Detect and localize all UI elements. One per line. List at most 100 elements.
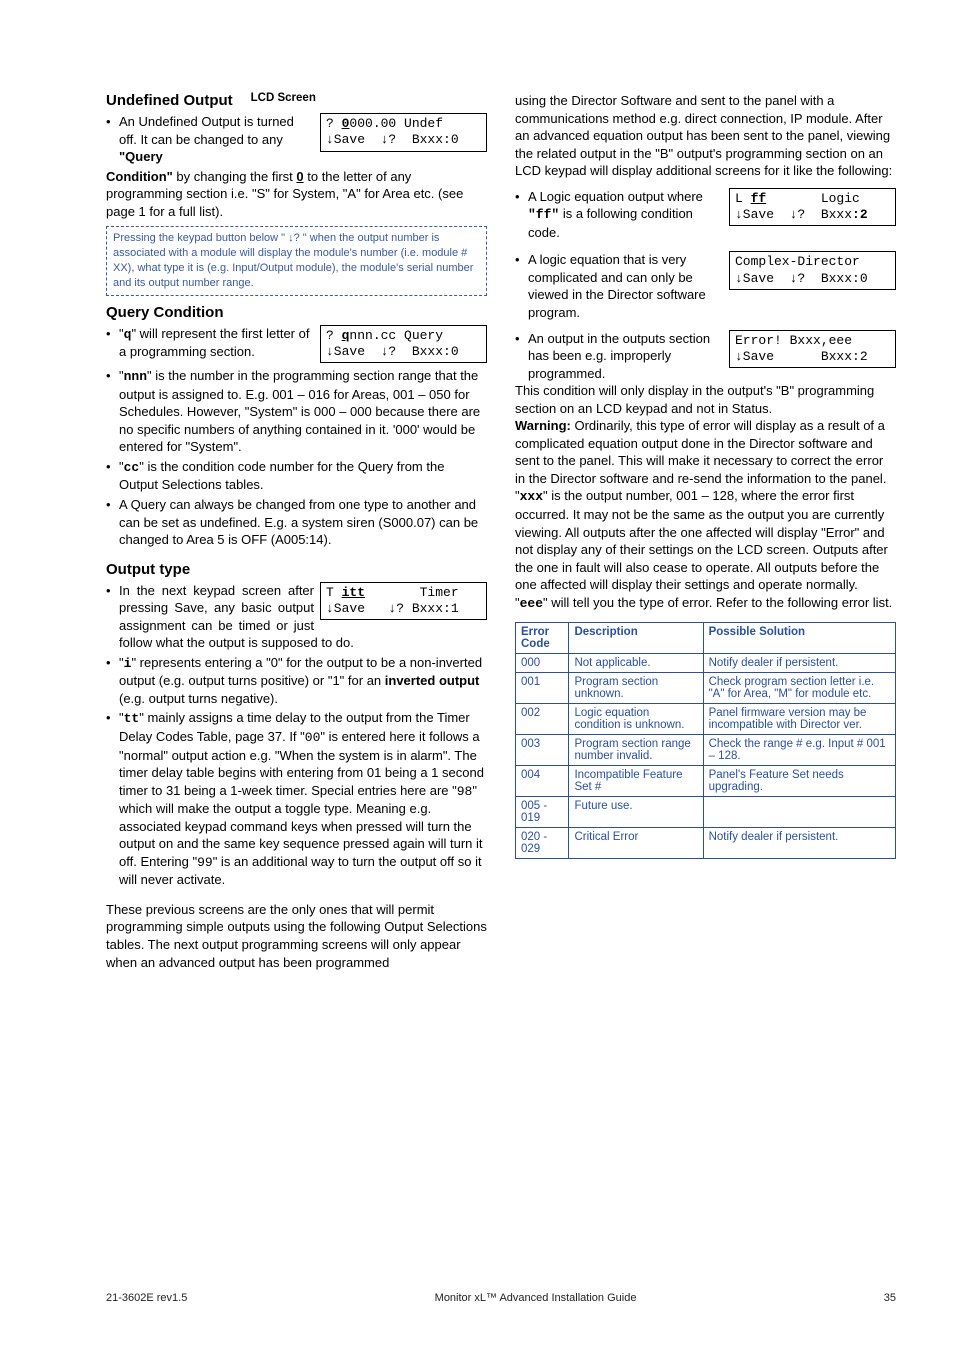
list-item: In the next keypad screen after pressing…: [106, 582, 487, 652]
cell: 020 - 029: [516, 828, 569, 859]
cell: Not applicable.: [569, 654, 703, 673]
right-intro: using the Director Software and sent to …: [515, 92, 896, 180]
text: An output in the outputs section has bee…: [528, 331, 710, 381]
output-final-para: These previous screens are the only ones…: [106, 901, 487, 971]
warning-para: Warning: Ordinarily, this type of error …: [515, 417, 896, 487]
text-mono: xxx: [520, 489, 543, 504]
th-error-code: Error Code: [516, 623, 569, 654]
right-column: using the Director Software and sent to …: [515, 92, 896, 971]
table-row: 020 - 029Critical ErrorNotify dealer if …: [516, 828, 896, 859]
cell: [703, 797, 895, 828]
cell: 005 - 019: [516, 797, 569, 828]
undef-list: An Undefined Output is turned off. It ca…: [106, 113, 487, 166]
cell: Panel's Feature Set needs upgrading.: [703, 766, 895, 797]
table-row: 004Incompatible Feature Set #Panel's Fea…: [516, 766, 896, 797]
cell: Program section unknown.: [569, 673, 703, 704]
lcd-logic: L ff Logic ↓Save ↓? Bxxx:2: [729, 188, 896, 227]
lcd-line: Error! Bxxx,eee: [735, 333, 852, 348]
cell: Program section range number invalid.: [569, 735, 703, 766]
text: An Undefined Output is turned off. It ca…: [119, 114, 294, 147]
cell: Critical Error: [569, 828, 703, 859]
text: A Logic equation output where: [528, 189, 703, 204]
lcd-line: Complex-Director: [735, 254, 860, 269]
cell: 000: [516, 654, 569, 673]
list-item: Complex-Director ↓Save ↓? Bxxx:0 A logic…: [515, 251, 896, 321]
th-solution: Possible Solution: [703, 623, 895, 654]
text-mono: "ff": [528, 207, 559, 222]
list-item: L ff Logic ↓Save ↓? Bxxx:2 A Logic equat…: [515, 188, 896, 242]
lcd-line: ↓Save ↓? Bxxx:0: [735, 271, 868, 286]
text-bold: Warning:: [515, 418, 571, 433]
list-item: "i" represents entering a "0" for the ou…: [106, 654, 487, 708]
lcd-screen-label: LCD Screen: [251, 92, 487, 104]
right-list: L ff Logic ↓Save ↓? Bxxx:2 A Logic equat…: [515, 188, 896, 613]
text: A logic equation that is very complicate…: [528, 252, 706, 320]
table-row: 005 - 019Future use.: [516, 797, 896, 828]
cell: Panel firmware version may be incompatib…: [703, 704, 895, 735]
table-row: 003Program section range number invalid.…: [516, 735, 896, 766]
lcd-error: Error! Bxxx,eee ↓Save Bxxx:2: [729, 330, 896, 369]
footer-page-number: 35: [884, 1292, 896, 1304]
text: " will represent the first letter of a p…: [119, 326, 309, 360]
text: (e.g. output turns negative).: [119, 691, 278, 706]
text: " is the output number, 001 – 128, where…: [515, 488, 888, 592]
error-table-body: 000Not applicable.Notify dealer if persi…: [516, 654, 896, 859]
list-item: "q" will represent the first letter of a…: [106, 325, 487, 361]
cell: 003: [516, 735, 569, 766]
text-block: This condition will only display in the …: [515, 382, 896, 612]
lcd-complex: Complex-Director ↓Save ↓? Bxxx:0: [729, 251, 896, 290]
list-item: An Undefined Output is turned off. It ca…: [106, 113, 487, 166]
cell: Check program section letter i.e. "A" fo…: [703, 673, 895, 704]
query-list: "q" will represent the first letter of a…: [106, 325, 487, 549]
lcd-line: ↓Save ↓? Bxxx:2: [735, 207, 868, 222]
output-type-list: In the next keypad screen after pressing…: [106, 582, 487, 889]
cell: Check the range # e.g. Input # 001 – 128…: [703, 735, 895, 766]
cell: Logic equation condition is unknown.: [569, 704, 703, 735]
text: This condition will only display in the …: [515, 382, 896, 417]
cell: 004: [516, 766, 569, 797]
text: " is the condition code number for the Q…: [119, 459, 444, 493]
output-type-block: T itt Timer ↓Save ↓? Bxxx:1 In the next …: [106, 582, 487, 891]
text: Ordinarily, this type of error will disp…: [515, 418, 886, 486]
undef-continuation: Condition" by changing the first 0 to th…: [106, 168, 487, 221]
cell: Notify dealer if persistent.: [703, 828, 895, 859]
error-table: Error Code Description Possible Solution…: [515, 622, 896, 859]
cell: Incompatible Feature Set #: [569, 766, 703, 797]
text-mono: eee: [520, 596, 543, 611]
heading-undefined-output: Undefined Output: [106, 92, 233, 109]
list-item: A Query can always be changed from one t…: [106, 496, 487, 549]
heading-output-type: Output type: [106, 561, 487, 578]
lcd-line: ↓Save Bxxx:2: [735, 349, 868, 364]
table-header-row: Error Code Description Possible Solution: [516, 623, 896, 654]
cell: Future use.: [569, 797, 703, 828]
footer-left: 21-3602E rev1.5: [106, 1292, 187, 1304]
text-bold: inverted output: [385, 673, 480, 688]
cell: 001: [516, 673, 569, 704]
text-mono: 98: [457, 784, 473, 799]
heading-query-condition: Query Condition: [106, 304, 487, 321]
text-mono: tt: [124, 711, 140, 726]
two-column-layout: Undefined Output LCD Screen ? 0000.00 Un…: [106, 92, 896, 971]
note-box: Pressing the keypad button below " ↓? " …: [106, 226, 487, 295]
lcd-line: L ff Logic: [735, 191, 860, 206]
page-content: Undefined Output LCD Screen ? 0000.00 Un…: [0, 0, 954, 1011]
text-bold: Condition": [106, 169, 173, 184]
text-mono: 00: [305, 730, 321, 745]
list-item: Error! Bxxx,eee ↓Save Bxxx:2 An output i…: [515, 330, 896, 613]
table-row: 000Not applicable.Notify dealer if persi…: [516, 654, 896, 673]
text-underline: 0: [296, 169, 303, 184]
text: by changing the first: [173, 169, 297, 184]
undef-header-row: Undefined Output LCD Screen: [106, 92, 487, 113]
footer-center: Monitor xL™ Advanced Installation Guide: [435, 1292, 637, 1304]
text: " will tell you the type of error. Refer…: [543, 595, 892, 610]
table-row: 001Program section unknown.Check program…: [516, 673, 896, 704]
th-description: Description: [569, 623, 703, 654]
undef-block: ? 0000.00 Undef ↓Save ↓? Bxxx:0 An Undef…: [106, 113, 487, 168]
page-footer: 21-3602E rev1.5 Monitor xL™ Advanced Ins…: [106, 1292, 896, 1304]
table-row: 002Logic equation condition is unknown.P…: [516, 704, 896, 735]
text-mono: nnn: [124, 369, 147, 384]
cell: Notify dealer if persistent.: [703, 654, 895, 673]
list-item: "cc" is the condition code number for th…: [106, 458, 487, 494]
query-block: ? qnnn.cc Query ↓Save ↓? Bxxx:0 "q" will…: [106, 325, 487, 551]
text-mono: 99: [197, 855, 213, 870]
